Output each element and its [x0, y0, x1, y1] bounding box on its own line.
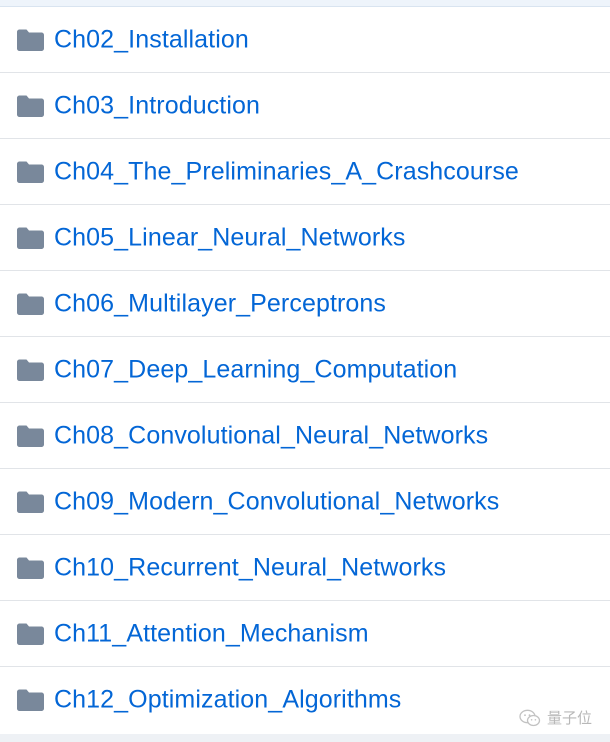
- folder-icon: [17, 359, 44, 381]
- folder-name[interactable]: Ch02_Installation: [54, 25, 249, 54]
- folder-name[interactable]: Ch05_Linear_Neural_Networks: [54, 223, 406, 252]
- folder-name[interactable]: Ch12_Optimization_Algorithms: [54, 686, 401, 715]
- folder-name[interactable]: Ch10_Recurrent_Neural_Networks: [54, 553, 446, 582]
- folder-icon: [17, 161, 44, 183]
- list-item[interactable]: Ch03_Introduction: [0, 73, 610, 139]
- list-item[interactable]: Ch04_The_Preliminaries_A_Crashcourse: [0, 139, 610, 205]
- folder-icon: [17, 689, 44, 711]
- folder-icon: [17, 95, 44, 117]
- top-divider: [0, 0, 610, 7]
- list-item[interactable]: Ch08_Convolutional_Neural_Networks: [0, 403, 610, 469]
- folder-icon: [17, 227, 44, 249]
- folder-icon: [17, 425, 44, 447]
- folder-name[interactable]: Ch06_Multilayer_Perceptrons: [54, 289, 386, 318]
- list-item[interactable]: Ch07_Deep_Learning_Computation: [0, 337, 610, 403]
- folder-name[interactable]: Ch07_Deep_Learning_Computation: [54, 355, 457, 384]
- folder-list: Ch02_Installation Ch03_Introduction Ch04…: [0, 7, 610, 733]
- wechat-icon: [519, 709, 541, 726]
- folder-name[interactable]: Ch09_Modern_Convolutional_Networks: [54, 487, 499, 516]
- file-browser: Ch02_Installation Ch03_Introduction Ch04…: [0, 0, 610, 742]
- list-item[interactable]: Ch11_Attention_Mechanism: [0, 601, 610, 667]
- watermark-text: 量子位: [546, 709, 592, 727]
- list-item[interactable]: Ch06_Multilayer_Perceptrons: [0, 271, 610, 337]
- list-item[interactable]: Ch02_Installation: [0, 7, 610, 73]
- bottom-divider: [0, 734, 610, 742]
- folder-name[interactable]: Ch04_The_Preliminaries_A_Crashcourse: [54, 157, 519, 186]
- folder-icon: [17, 557, 44, 579]
- folder-icon: [17, 623, 44, 645]
- folder-name[interactable]: Ch08_Convolutional_Neural_Networks: [54, 421, 488, 450]
- watermark: 量子位: [519, 707, 592, 728]
- folder-name[interactable]: Ch03_Introduction: [54, 91, 260, 120]
- list-item[interactable]: Ch09_Modern_Convolutional_Networks: [0, 469, 610, 535]
- list-item[interactable]: Ch05_Linear_Neural_Networks: [0, 205, 610, 271]
- folder-icon: [17, 29, 44, 51]
- list-item[interactable]: Ch10_Recurrent_Neural_Networks: [0, 535, 610, 601]
- folder-name[interactable]: Ch11_Attention_Mechanism: [54, 619, 369, 648]
- folder-icon: [17, 293, 44, 315]
- folder-icon: [17, 491, 44, 513]
